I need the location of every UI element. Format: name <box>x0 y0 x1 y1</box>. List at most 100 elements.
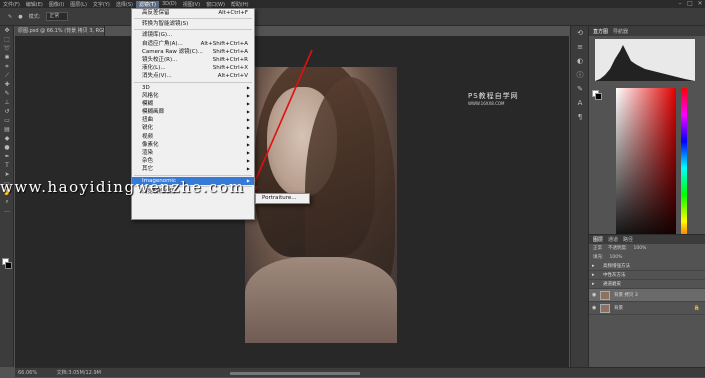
layer-group-channel-smoothing[interactable]: ▸ 通道磨皮 <box>589 280 705 289</box>
menu-window[interactable]: 窗口(W) <box>203 1 228 8</box>
menu-file[interactable]: 文件(F) <box>0 1 23 8</box>
document-tab[interactable]: 原图.psd @ 66.1% (背景 拷贝 3, RGB/8*) * <box>15 26 105 36</box>
brush-panel-icon[interactable]: ✎ <box>571 82 589 96</box>
history-panel-icon[interactable]: ⟲ <box>571 26 589 40</box>
zoom-tool-icon[interactable]: ⌕ <box>0 197 14 206</box>
eye-icon[interactable]: ▸ <box>592 271 595 280</box>
opacity-label: 不透明度: <box>608 246 628 251</box>
blend-mode-select[interactable]: 正常 <box>593 244 602 253</box>
menu-select[interactable]: 选择(S) <box>113 1 136 8</box>
brush-preset-icon[interactable]: ● <box>18 14 22 20</box>
menu-3d[interactable]: 3D(D) <box>159 1 180 7</box>
brand-watermark: PS教程自学网 <box>468 92 519 100</box>
menu-edit[interactable]: 编辑(E) <box>23 1 46 8</box>
eyedropper-tool-icon[interactable]: ⟋ <box>0 71 14 80</box>
color-picker-field[interactable] <box>616 88 676 248</box>
eraser-tool-icon[interactable]: ▭ <box>0 116 14 125</box>
gradient-tool-icon[interactable]: ▤ <box>0 125 14 134</box>
tab-histogram[interactable]: 直方图 <box>593 28 608 35</box>
menu-item-pixelate[interactable]: 像素化 ▶ <box>132 141 254 149</box>
fill-value[interactable]: 100% <box>610 253 623 262</box>
history-brush-icon[interactable]: ↺ <box>0 107 14 116</box>
dodge-tool-icon[interactable]: ● <box>0 143 14 152</box>
menu-item-blur-gallery[interactable]: 模糊画廊 ▶ <box>132 108 254 116</box>
layer-group-high-freq[interactable]: ▸ 高频增强方法 <box>589 262 705 271</box>
brush-tool-icon[interactable]: ✎ <box>0 89 14 98</box>
menu-item-noise[interactable]: 杂色 ▶ <box>132 157 254 165</box>
menu-filter[interactable]: 滤镜(T) <box>135 0 159 8</box>
window-controls: – □ ✕ <box>675 0 705 8</box>
menu-item-sharpen[interactable]: 锐化 ▶ <box>132 124 254 132</box>
menu-separator <box>134 174 252 176</box>
menu-item-blur[interactable]: 模糊 ▶ <box>132 100 254 108</box>
blur-tool-icon[interactable]: ◆ <box>0 134 14 143</box>
paragraph-panel-icon[interactable]: ¶ <box>571 110 589 124</box>
layer-background[interactable]: ◉ 背景 🔒 <box>589 302 705 315</box>
stamp-tool-icon[interactable]: ⊥ <box>0 98 14 107</box>
layer-blend-controls: 正常 不透明度: 100% <box>589 244 705 253</box>
menu-view[interactable]: 视图(V) <box>180 1 203 8</box>
tab-paths[interactable]: 路径 <box>623 236 633 243</box>
layer-background-copy-3[interactable]: ◉ 背景 拷贝 3 <box>589 289 705 302</box>
menu-item-liquify[interactable]: 液化(L)... Shift+Ctrl+X <box>132 64 254 72</box>
close-icon[interactable]: ✕ <box>695 0 705 8</box>
menu-bar: 文件(F) 编辑(E) 图像(I) 图层(L) 文字(Y) 选择(S) 滤镜(T… <box>0 0 705 8</box>
menu-item-smart-filter[interactable]: 转换为智能滤镜(S) <box>132 20 254 28</box>
hue-slider[interactable] <box>681 88 687 248</box>
menu-item-filter-gallery[interactable]: 滤镜库(G)... <box>132 31 254 39</box>
zoom-level[interactable]: 66.06% <box>18 370 37 376</box>
menu-item-video[interactable]: 视频 ▶ <box>132 133 254 141</box>
menu-item-stylize[interactable]: 风格化 ▶ <box>132 92 254 100</box>
layer-thumbnail <box>600 304 610 313</box>
menu-item-adaptive-wide[interactable]: 自适应广角(A)... Alt+Shift+Ctrl+A <box>132 40 254 48</box>
menu-item-other[interactable]: 其它 ▶ <box>132 165 254 173</box>
menu-item-distort[interactable]: 扭曲 ▶ <box>132 116 254 124</box>
menu-item-last-filter[interactable]: 高反差保留 Alt+Ctrl+F <box>132 9 254 17</box>
brush-tool-icon[interactable]: ✎ <box>8 14 12 20</box>
menu-layer[interactable]: 图层(L) <box>67 1 90 8</box>
type-tool-icon[interactable]: T <box>0 161 14 170</box>
menu-item-lens-correction[interactable]: 镜头校正(R)... Shift+Ctrl+R <box>132 56 254 64</box>
adjustments-panel-icon[interactable]: ◐ <box>571 54 589 68</box>
lasso-tool-icon[interactable]: ➰ <box>0 44 14 53</box>
panel-background-swatch[interactable] <box>595 93 602 100</box>
imagenomic-submenu-portraiture[interactable]: Portraiture... <box>255 193 310 204</box>
menu-image[interactable]: 图像(I) <box>46 1 67 8</box>
more-tools-icon[interactable]: … <box>0 206 14 215</box>
eye-icon[interactable]: ▸ <box>592 280 595 289</box>
mode-select[interactable]: 正常 <box>46 12 69 21</box>
tools-panel: ✥ ⬚ ➰ ✱ ⌗ ⟋ ✚ ✎ ⊥ ↺ ▭ ▤ ◆ ● ✒ T ➤ ▭ ✋ ⌕ … <box>0 26 14 367</box>
horizontal-scrollbar[interactable] <box>230 372 360 375</box>
crop-tool-icon[interactable]: ⌗ <box>0 62 14 71</box>
marquee-tool-icon[interactable]: ⬚ <box>0 35 14 44</box>
maximize-icon[interactable]: □ <box>685 0 695 8</box>
pen-tool-icon[interactable]: ✒ <box>0 152 14 161</box>
menu-type[interactable]: 文字(Y) <box>90 1 113 8</box>
menu-item-render[interactable]: 渲染 ▶ <box>132 149 254 157</box>
histogram-chart <box>595 39 695 81</box>
layers-panel: 图层 通道 路径 正常 不透明度: 100% 填充: 100% ▸ 高频增强方法 … <box>589 234 705 367</box>
menu-item-camera-raw[interactable]: Camera Raw 滤镜(C)... Shift+Ctrl+A <box>132 48 254 56</box>
layer-fill-controls: 填充: 100% <box>589 253 705 262</box>
menu-item-3d[interactable]: 3D ▶ <box>132 84 254 92</box>
background-color-swatch[interactable] <box>5 262 12 269</box>
minimize-icon[interactable]: – <box>675 0 685 8</box>
eye-icon[interactable]: ▸ <box>592 262 595 271</box>
character-panel-icon[interactable]: A <box>571 96 589 110</box>
tab-layers[interactable]: 图层 <box>593 236 603 243</box>
quick-select-tool-icon[interactable]: ✱ <box>0 53 14 62</box>
eye-icon[interactable]: ◉ <box>592 302 596 315</box>
menu-separator <box>134 18 252 20</box>
info-panel-icon[interactable]: ⓘ <box>571 68 589 82</box>
healing-tool-icon[interactable]: ✚ <box>0 80 14 89</box>
layer-group-neutral-gray[interactable]: ▸ 中性灰方法 <box>589 271 705 280</box>
move-tool-icon[interactable]: ✥ <box>0 26 14 35</box>
tab-channels[interactable]: 通道 <box>608 236 618 243</box>
menu-help[interactable]: 帮助(H) <box>228 1 252 8</box>
site-watermark: www.haoyidingwenzhe.com <box>0 178 245 196</box>
properties-panel-icon[interactable]: ≡ <box>571 40 589 54</box>
eye-icon[interactable]: ◉ <box>592 289 596 302</box>
menu-item-vanishing-point[interactable]: 消失点(V)... Alt+Ctrl+V <box>132 72 254 80</box>
tab-navigator[interactable]: 导航器 <box>613 28 628 35</box>
opacity-value[interactable]: 100% <box>634 244 647 253</box>
